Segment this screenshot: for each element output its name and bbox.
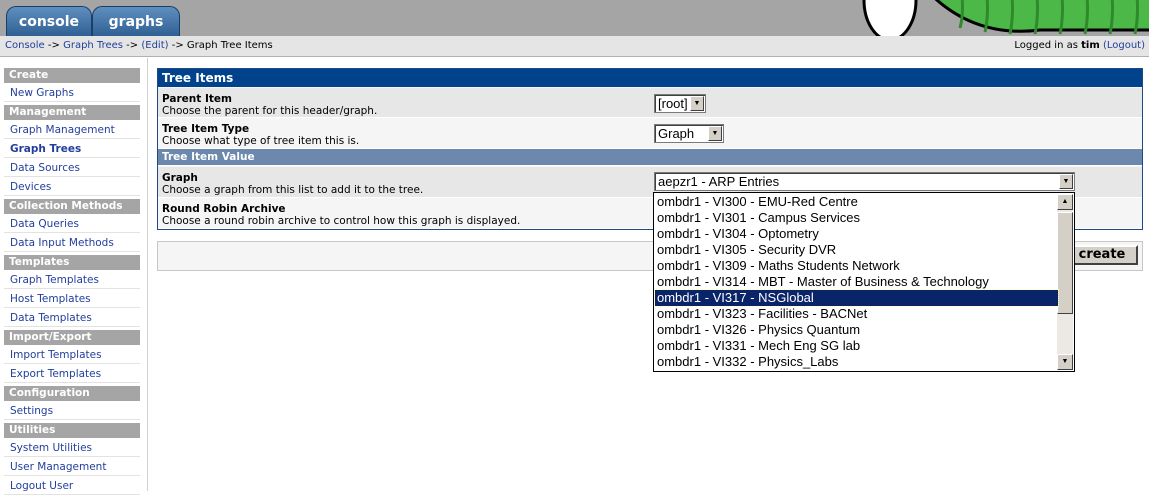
sidebar-section-header: Import/Export	[4, 330, 140, 345]
dropdown-option[interactable]: ombdr1 - VI332 - Physics_Labs	[655, 354, 1058, 370]
sidebar-section-header: Templates	[4, 255, 140, 270]
breadcrumb-current: Graph Tree Items	[186, 40, 273, 51]
tree-item-type-select[interactable]: Graph ▼	[654, 124, 724, 143]
scroll-thumb[interactable]	[1057, 212, 1073, 314]
sidebar-item[interactable]: Settings	[4, 404, 140, 420]
parent-item-desc: Choose the parent for this header/graph.	[162, 105, 378, 117]
create-button[interactable]: create	[1066, 245, 1138, 265]
chevron-down-icon[interactable]: ▼	[1059, 174, 1073, 189]
dropdown-option[interactable]: ombdr1 - VI300 - EMU-Red Centre	[655, 194, 1058, 210]
dropdown-option[interactable]: ombdr1 - VI323 - Facilities - BACNet	[655, 306, 1058, 322]
tree-item-type-row: Tree Item Type Choose what type of tree …	[158, 118, 1142, 149]
rra-desc: Choose a round robin archive to control …	[162, 215, 521, 227]
dropdown-option[interactable]: ombdr1 - VI304 - Optometry	[655, 226, 1058, 242]
cactus-logo	[862, 0, 1149, 36]
dropdown-option[interactable]: ombdr1 - VI331 - Mech Eng SG lab	[655, 338, 1058, 354]
sidebar-item[interactable]: Graph Trees	[4, 142, 140, 158]
tab-graphs[interactable]: graphs	[92, 6, 180, 36]
breadcrumb: Console -> Graph Trees -> (Edit) -> Grap…	[5, 36, 273, 55]
sidebar-section-header: Utilities	[4, 423, 140, 438]
parent-item-value: [root]	[658, 96, 688, 111]
sidebar-item[interactable]: Host Templates	[4, 292, 140, 308]
chevron-down-icon[interactable]: ▼	[708, 126, 722, 141]
scroll-up-icon[interactable]: ▲	[1057, 194, 1073, 210]
panel-title: Tree Items	[158, 69, 1142, 87]
graph-select[interactable]: aepzr1 - ARP Entries ▼	[654, 172, 1075, 191]
sidebar-section-header: Configuration	[4, 386, 140, 401]
sidebar-item[interactable]: Data Templates	[4, 311, 140, 327]
sidebar-section-header: Management	[4, 105, 140, 120]
graph-value: aepzr1 - ARP Entries	[658, 174, 780, 189]
top-bar: console graphs	[0, 0, 1149, 36]
dropdown-option[interactable]: ombdr1 - VI305 - Security DVR	[655, 242, 1058, 258]
tree-item-type-desc: Choose what type of tree item this is.	[162, 135, 360, 147]
login-user: tim	[1081, 40, 1100, 51]
sidebar: Create New Graphs Management Graph Manageme…	[4, 68, 140, 498]
chevron-down-icon[interactable]: ▼	[690, 96, 704, 111]
breadcrumb-separator: ->	[171, 40, 184, 51]
sidebar-item[interactable]: New Graphs	[4, 86, 140, 102]
sidebar-item[interactable]: Data Sources	[4, 161, 140, 177]
graph-dropdown-list[interactable]: ▲ ▼ ombdr1 - VI300 - EMU-Red Centre ombdr…	[653, 192, 1075, 372]
graph-desc: Choose a graph from this list to add it …	[162, 184, 424, 196]
tab-console[interactable]: console	[6, 6, 92, 36]
parent-item-row: Parent Item Choose the parent for this h…	[158, 88, 1142, 118]
tree-item-type-label: Tree Item Type	[162, 123, 250, 135]
sidebar-item[interactable]: Data Input Methods	[4, 236, 140, 252]
sidebar-divider	[147, 58, 148, 491]
sidebar-section-header: Collection Methods	[4, 199, 140, 214]
breadcrumb-separator: ->	[126, 40, 139, 51]
sidebar-item[interactable]: User Management	[4, 460, 140, 476]
breadcrumb-console[interactable]: Console	[5, 40, 45, 51]
sidebar-item[interactable]: Import Templates	[4, 348, 140, 364]
breadcrumb-bar: Console -> Graph Trees -> (Edit) -> Grap…	[0, 36, 1149, 57]
sidebar-item[interactable]: Devices	[4, 180, 140, 196]
logout-link[interactable]: (Logout)	[1103, 40, 1145, 51]
parent-item-select[interactable]: [root] ▼	[654, 94, 706, 113]
scroll-down-icon[interactable]: ▼	[1057, 354, 1073, 370]
sidebar-item[interactable]: Data Queries	[4, 217, 140, 233]
login-prefix: Logged in as	[1014, 40, 1078, 51]
dropdown-option[interactable]: ombdr1 - VI317 - NSGlobal	[654, 289, 1059, 307]
sidebar-item[interactable]: Graph Templates	[4, 273, 140, 289]
dropdown-option[interactable]: ombdr1 - VI301 - Campus Services	[655, 210, 1058, 226]
sidebar-item[interactable]: System Utilities	[4, 441, 140, 457]
breadcrumb-separator: ->	[47, 40, 60, 51]
sidebar-item[interactable]: Logout User	[4, 479, 140, 495]
breadcrumb-edit[interactable]: (Edit)	[141, 40, 168, 51]
dropdown-scrollbar[interactable]: ▲ ▼	[1057, 194, 1073, 370]
rra-label: Round Robin Archive	[162, 203, 286, 215]
sidebar-section-header: Create	[4, 68, 140, 83]
breadcrumb-graph-trees[interactable]: Graph Trees	[63, 40, 123, 51]
tree-item-value-header: Tree Item Value	[158, 149, 1142, 166]
tree-item-type-value: Graph	[658, 126, 695, 141]
parent-item-label: Parent Item	[162, 93, 232, 105]
sidebar-item[interactable]: Graph Management	[4, 123, 140, 139]
graph-label: Graph	[162, 172, 198, 184]
dropdown-option[interactable]: ombdr1 - VI309 - Maths Students Network	[655, 258, 1058, 274]
login-status: Logged in as tim (Logout)	[1014, 36, 1145, 55]
sidebar-item[interactable]: Export Templates	[4, 367, 140, 383]
dropdown-option[interactable]: ombdr1 - VI326 - Physics Quantum	[655, 322, 1058, 338]
dropdown-option[interactable]: ombdr1 - VI314 - MBT - Master of Busines…	[655, 274, 1058, 290]
